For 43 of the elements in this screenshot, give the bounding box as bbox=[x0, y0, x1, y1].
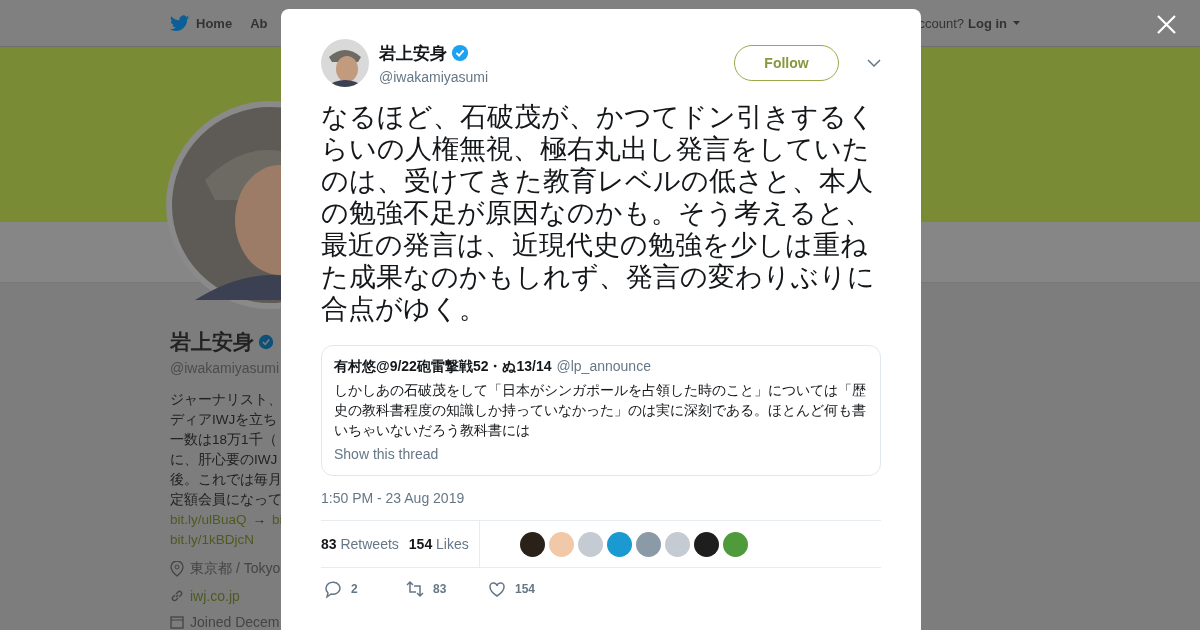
about-link[interactable]: Ab bbox=[250, 15, 268, 31]
website-link[interactable]: iwj.co.jp bbox=[190, 588, 240, 604]
arrow-text: → bbox=[252, 511, 267, 529]
quoted-tweet[interactable]: 有村悠@9/22砲雷撃戦52・ぬ13/14 @lp_announce しかしあの石破茂をして「日本がシンガポールを占領した時のこと」については「歴史の教科書程度の知識しか持っていなかった」のは実に深刻である。ほとんど何も書いちゃいないだろう教科書には Show this thread bbox=[321, 345, 881, 476]
close-icon[interactable] bbox=[1157, 15, 1176, 34]
bio-link[interactable]: bit.ly/ulBuaQ bbox=[170, 510, 247, 530]
quoted-tweet-text: しかしあの石破茂をして「日本がシンガポールを占領した時のこと」については「歴史の教科書程度の知識しか持っていなかった」のは実に深刻である。ほとんど何も書いちゃいないだろう教科書には bbox=[334, 381, 867, 440]
bio-line: 定額会員になって bbox=[170, 491, 281, 509]
speech-bubble-icon bbox=[323, 579, 343, 599]
location-pin-icon bbox=[170, 561, 184, 577]
tweet-text: なるほど、石破茂が、かつてドン引きするくらいの人権無視、極右丸出し発言をしていたのは、受けてきた教育レベルの低さと、本人の勉強不足が原因なのかも。そう考えると、最近の発言は、近現代史の勉強を少しは重ねた成果なのかもしれず、発言の変わりぶりに合点がゆく。 bbox=[321, 101, 876, 325]
liker-avatar[interactable] bbox=[693, 531, 719, 557]
bio-line: ディアIWJを立ち bbox=[170, 411, 278, 429]
retweet-button[interactable]: 83 bbox=[403, 579, 485, 599]
retweets-count[interactable]: 83 Retweets bbox=[321, 536, 399, 552]
author-name: 岩上安身 bbox=[379, 42, 447, 65]
retweet-icon bbox=[405, 579, 425, 599]
bio-line: 後。これでは毎月 bbox=[170, 471, 281, 489]
liker-avatar[interactable] bbox=[519, 531, 545, 557]
bio-link[interactable]: bi bbox=[272, 510, 281, 530]
quoted-author-name: 有村悠@9/22砲雷撃戦52・ぬ13/14 bbox=[334, 358, 552, 376]
author-handle: @iwakamiyasumi bbox=[379, 68, 489, 85]
joined-text: Joined Decem bbox=[190, 614, 280, 630]
like-button[interactable]: 154 bbox=[485, 579, 567, 599]
caret-icon bbox=[1013, 21, 1020, 25]
bio-line: に、肝心要のIWJ bbox=[170, 451, 278, 469]
likes-count[interactable]: 154 Likes bbox=[408, 536, 469, 552]
link-icon bbox=[170, 589, 184, 603]
calendar-icon bbox=[170, 615, 184, 629]
tweet-timestamp: 1:50 PM - 23 Aug 2019 bbox=[321, 490, 466, 506]
quoted-author-handle: @lp_announce bbox=[556, 358, 651, 374]
chevron-down-icon[interactable] bbox=[867, 59, 881, 67]
reply-button[interactable]: 2 bbox=[321, 579, 403, 599]
bio-line: ジャーナリスト、 bbox=[170, 391, 281, 409]
home-link[interactable]: Home bbox=[170, 14, 233, 32]
heart-icon bbox=[487, 579, 507, 599]
bird-logo-icon bbox=[170, 14, 190, 32]
bio-link[interactable]: bit.ly/1kBDjcN bbox=[170, 530, 255, 550]
profile-name: 岩上安身 bbox=[170, 329, 254, 355]
follow-button[interactable]: Follow bbox=[734, 45, 839, 81]
show-thread-link[interactable]: Show this thread bbox=[334, 446, 439, 462]
login-link[interactable]: Log in bbox=[968, 15, 1020, 31]
bio-line: 一数は18万1千（ bbox=[170, 431, 277, 449]
